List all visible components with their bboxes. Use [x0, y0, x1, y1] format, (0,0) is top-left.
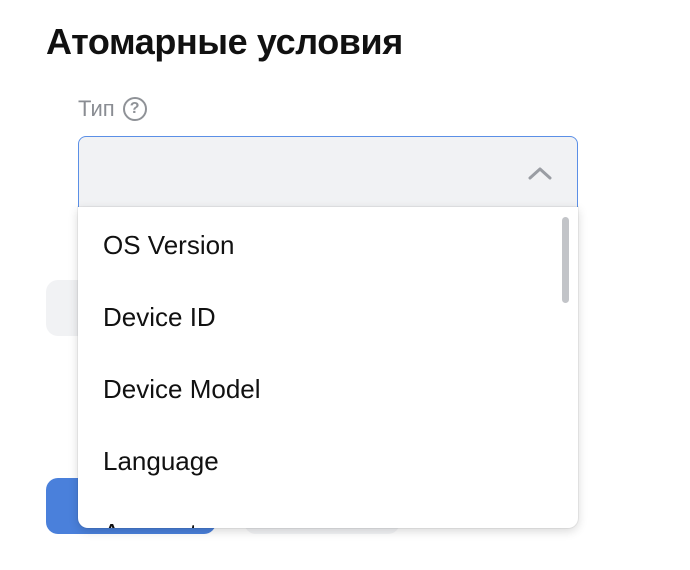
type-field-label: Тип: [78, 96, 115, 121]
dropdown-scrollbar[interactable]: [560, 213, 572, 523]
question-circle-icon[interactable]: ?: [122, 97, 147, 121]
dropdown-option-os-version[interactable]: OS Version: [78, 209, 548, 281]
scrollbar-thumb[interactable]: [562, 217, 569, 303]
dropdown-option-device-model[interactable]: Device Model: [78, 353, 548, 425]
type-field-label-row: Тип ?: [78, 94, 147, 124]
chevron-up-icon[interactable]: [527, 165, 553, 181]
type-dropdown-menu[interactable]: OS Version Device ID Device Model Langua…: [78, 207, 578, 528]
dropdown-option-device-id[interactable]: Device ID: [78, 281, 548, 353]
page-title: Атомарные условия: [46, 21, 403, 62]
dropdown-option-account[interactable]: Account: [78, 497, 548, 528]
dropdown-option-language[interactable]: Language: [78, 425, 548, 497]
dropdown-option-list: OS Version Device ID Device Model Langua…: [78, 209, 548, 528]
type-select[interactable]: [78, 136, 578, 208]
